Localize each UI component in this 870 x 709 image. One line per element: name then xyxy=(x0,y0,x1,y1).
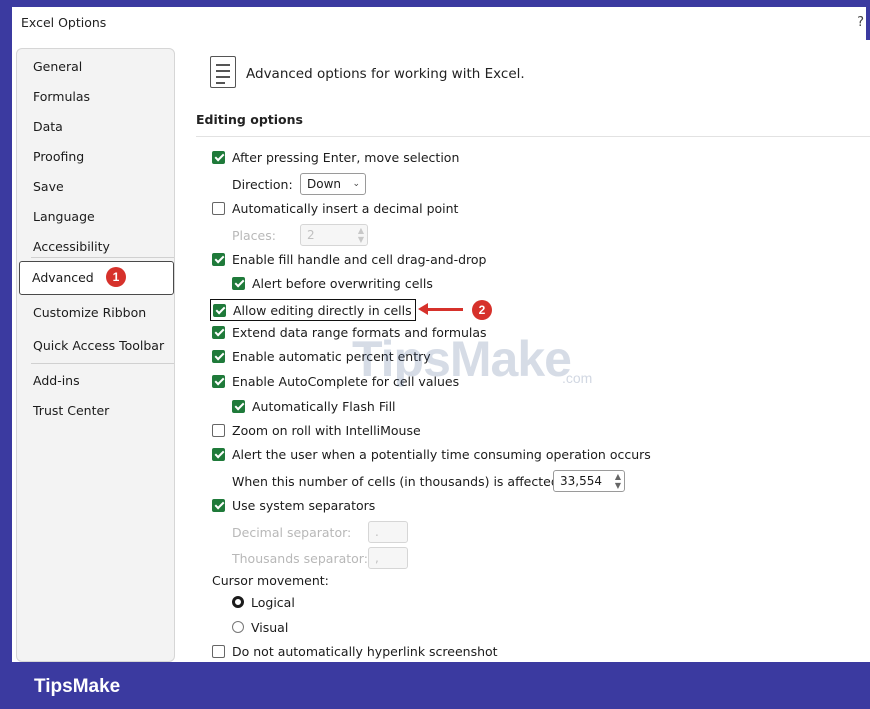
document-settings-icon xyxy=(210,56,236,88)
sidebar-item-customize-ribbon[interactable]: Customize Ribbon xyxy=(21,299,172,327)
watermark-suffix: .com xyxy=(562,370,593,386)
radio-unselected-icon[interactable] xyxy=(232,621,244,633)
sidebar-item-formulas[interactable]: Formulas xyxy=(21,83,172,111)
checkbox-checked-icon[interactable] xyxy=(212,252,225,266)
checkbox-checked-icon[interactable] xyxy=(212,325,225,339)
checkbox-checked-icon[interactable] xyxy=(212,374,225,388)
thousands-separator-input[interactable]: , xyxy=(368,547,408,569)
help-button[interactable]: ? xyxy=(857,15,864,30)
radio-logical[interactable]: Logical xyxy=(232,592,295,612)
option-after-enter[interactable]: After pressing Enter, move selection xyxy=(212,147,459,167)
sidebar-item-general[interactable]: General xyxy=(21,53,172,81)
section-title-editing: Editing options xyxy=(196,112,303,127)
option-label: Alert before overwriting cells xyxy=(252,275,433,291)
radio-selected-icon[interactable] xyxy=(232,596,244,608)
direction-value: Down xyxy=(307,177,342,191)
sidebar-item-add-ins[interactable]: Add-ins xyxy=(21,367,172,395)
option-label: Automatically insert a decimal point xyxy=(232,200,459,216)
option-alert-slow[interactable]: Alert the user when a potentially time c… xyxy=(212,444,651,464)
option-fill-handle[interactable]: Enable fill handle and cell drag-and-dro… xyxy=(212,249,486,269)
places-value: 2 xyxy=(307,228,315,242)
sidebar-divider xyxy=(31,363,174,364)
sidebar-item-data[interactable]: Data xyxy=(21,113,172,141)
frame-top-border xyxy=(0,0,870,7)
sidebar-item-advanced[interactable]: Advanced xyxy=(19,261,174,295)
spinner-icon[interactable]: ▲ ▼ xyxy=(358,226,364,244)
places-label: Places: xyxy=(232,228,276,243)
option-label: Do not automatically hyperlink screensho… xyxy=(232,643,498,659)
cells-threshold-input[interactable]: 33,554 ▲ ▼ xyxy=(553,470,625,492)
checkbox-checked-icon[interactable] xyxy=(212,498,225,512)
checkbox-checked-icon[interactable] xyxy=(212,447,225,461)
decimal-separator-value: . xyxy=(375,525,379,539)
checkbox-checked-icon[interactable] xyxy=(213,303,226,317)
checkbox-unchecked-icon[interactable] xyxy=(212,423,225,437)
option-edit-in-cells[interactable]: Allow editing directly in cells xyxy=(210,299,416,321)
direction-select[interactable]: Down ⌄ xyxy=(300,173,366,195)
cursor-movement-label: Cursor movement: xyxy=(212,573,329,588)
checkbox-checked-icon[interactable] xyxy=(232,399,245,413)
option-alert-overwrite[interactable]: Alert before overwriting cells xyxy=(232,273,433,293)
annotation-badge-1: 1 xyxy=(106,267,126,287)
direction-label: Direction: xyxy=(232,177,293,192)
sidebar-item-language[interactable]: Language xyxy=(21,203,172,231)
option-system-separators[interactable]: Use system separators xyxy=(212,495,375,515)
options-sidebar: General Formulas Data Proofing Save Lang… xyxy=(16,48,175,662)
option-label: Automatically Flash Fill xyxy=(252,398,396,414)
cells-threshold-label: When this number of cells (in thousands)… xyxy=(232,474,563,489)
checkbox-checked-icon[interactable] xyxy=(232,276,245,290)
sidebar-divider xyxy=(31,257,174,258)
decimal-separator-label: Decimal separator: xyxy=(232,525,352,540)
frame-left-border xyxy=(0,0,12,709)
thousands-separator-label: Thousands separator: xyxy=(232,551,368,566)
checkbox-checked-icon[interactable] xyxy=(212,349,225,363)
spinner-icon[interactable]: ▲ ▼ xyxy=(615,472,621,490)
annotation-badge-2: 2 xyxy=(472,300,492,320)
sidebar-item-save[interactable]: Save xyxy=(21,173,172,201)
checkbox-unchecked-icon[interactable] xyxy=(212,201,225,215)
watermark: TipsMake xyxy=(352,331,572,387)
option-label: Zoom on roll with IntelliMouse xyxy=(232,422,421,438)
option-label: After pressing Enter, move selection xyxy=(232,149,460,165)
footer-bar: TipsMake xyxy=(0,662,870,709)
sidebar-item-trust-center[interactable]: Trust Center xyxy=(21,397,172,425)
sidebar-item-proofing[interactable]: Proofing xyxy=(21,143,172,171)
annotation-arrow xyxy=(418,303,463,315)
panel-header: Advanced options for working with Excel. xyxy=(246,66,525,82)
footer-brand: TipsMake xyxy=(34,676,121,697)
places-input[interactable]: 2 ▲ ▼ xyxy=(300,224,368,246)
option-zoom-roll[interactable]: Zoom on roll with IntelliMouse xyxy=(212,420,421,440)
option-label: Use system separators xyxy=(232,497,376,513)
cells-threshold-value: 33,554 xyxy=(560,474,602,488)
section-divider xyxy=(196,136,870,137)
option-label: Logical xyxy=(251,594,295,610)
dialog-title: Excel Options xyxy=(21,15,107,30)
option-label: Allow editing directly in cells xyxy=(233,302,412,318)
thousands-separator-value: , xyxy=(375,551,379,565)
option-flash-fill[interactable]: Automatically Flash Fill xyxy=(232,396,396,416)
radio-visual[interactable]: Visual xyxy=(232,617,288,637)
decimal-separator-input[interactable]: . xyxy=(368,521,408,543)
option-label: Visual xyxy=(251,619,289,635)
dialog-titlebar: Excel Options ? xyxy=(12,7,866,39)
checkbox-checked-icon[interactable] xyxy=(212,150,225,164)
option-decimal-point[interactable]: Automatically insert a decimal point xyxy=(212,198,458,218)
option-no-hyperlink[interactable]: Do not automatically hyperlink screensho… xyxy=(212,641,498,661)
option-label: Alert the user when a potentially time c… xyxy=(232,446,651,462)
option-label: Enable fill handle and cell drag-and-dro… xyxy=(232,251,487,267)
chevron-down-icon: ⌄ xyxy=(352,179,360,189)
sidebar-item-quick-access-toolbar[interactable]: Quick Access Toolbar xyxy=(21,332,172,360)
checkbox-unchecked-icon[interactable] xyxy=(212,644,225,658)
